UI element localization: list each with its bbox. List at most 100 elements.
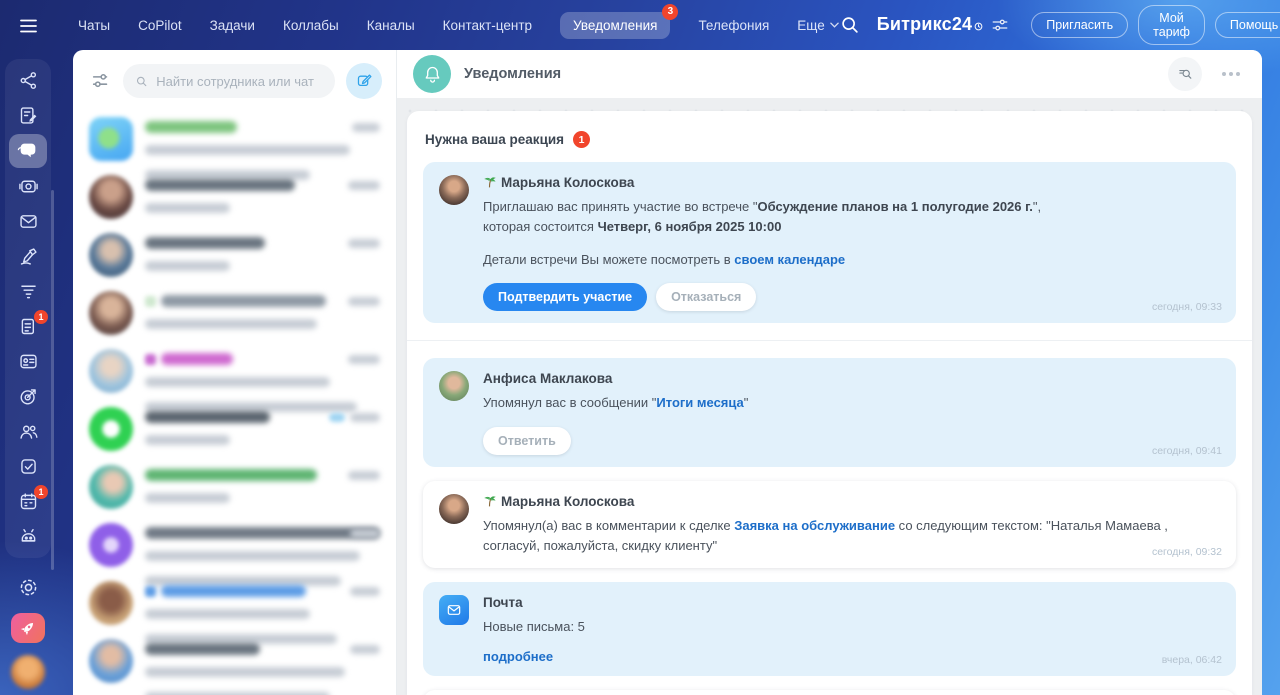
chat-list-item[interactable] [73,228,396,286]
deal-link[interactable]: Заявка на обслуживание [734,518,895,533]
more-menu-icon[interactable] [1218,68,1244,80]
decline-button[interactable]: Отказаться [656,283,756,311]
chat-name-blurred [145,237,265,249]
chat-time-blurred [348,471,380,480]
notifications-header: Уведомления [397,50,1262,98]
sidebar-item-messenger[interactable] [9,134,47,168]
sidebar-item-share-network[interactable] [9,63,47,98]
author-name: Анфиса Маклакова [483,371,1220,386]
nav-tab-contact-center[interactable]: Контакт-центр [443,18,532,33]
chat-list-item[interactable] [73,518,396,576]
chat-avatar [89,117,133,161]
calendar-link[interactable]: своем календаре [734,252,845,267]
automation-robot-icon [18,526,39,547]
notification-meeting-invite: Марьяна Колоскова Приглашаю вас принять … [423,162,1236,323]
notification-mention-deal: Марьяна Колоскова Упомянул(а) вас в комм… [423,481,1236,568]
bell-icon [413,55,451,93]
logo-text: Битрикс [877,14,952,35]
chat-list-item[interactable] [73,170,396,228]
page-title: Уведомления [464,66,561,82]
sidebar-item-employees[interactable] [9,414,47,449]
rocket-upgrade-button[interactable] [11,613,45,643]
nav-tab-label: Телефония [698,18,769,33]
my-plan-button[interactable]: Мой тариф [1138,5,1205,45]
sidebar-item-contact-card[interactable] [9,344,47,379]
count-badge: 1 [34,485,48,499]
confirm-participation-button[interactable]: Подтвердить участие [483,283,647,311]
sidebar-item-crm-target[interactable] [9,379,47,414]
share-network-icon [18,70,39,91]
chat-name-blurred [145,643,260,655]
nav-tab-label: Чаты [78,18,110,33]
sidebar-item-mail[interactable] [9,204,47,239]
chat-list-item[interactable] [73,460,396,518]
chat-list-item[interactable] [73,344,396,402]
chat-avatar [89,407,133,451]
chat-message-blurred [145,493,230,503]
sidebar-icon-group: 11 [5,59,51,558]
settings-gear-icon[interactable] [9,570,47,605]
avatar [439,494,469,524]
news-feed-icon [18,105,39,126]
top-bar: Чаты CoPilot Задачи Коллабы Каналы Контакт-це… [0,0,1280,50]
nav-tab-notifications[interactable]: Уведомления3 [560,12,670,39]
search-notifications-button[interactable] [1168,57,1202,91]
notification-mail: Почта Новые письма: 5 подробнее вчера, 0… [423,582,1236,676]
new-chat-button[interactable] [346,63,382,99]
message-link[interactable]: Итоги месяца [656,395,743,410]
search-icon[interactable] [839,14,861,36]
sidebar-item-e-sign[interactable] [9,239,47,274]
divider [407,340,1252,341]
e-sign-icon [18,246,39,267]
nav-tab-channels[interactable]: Каналы [367,18,415,33]
count-badge: 1 [34,310,48,324]
chat-time-blurred [348,181,380,190]
plan-settings-icon[interactable] [991,16,1009,34]
chat-list-item[interactable] [73,576,396,634]
sidebar-item-documents[interactable]: 1 [9,309,47,344]
chat-time-blurred [348,239,380,248]
video-call-icon [18,176,39,197]
chat-list-item[interactable] [73,286,396,344]
chat-search-input[interactable] [156,74,323,89]
nav-tab-more[interactable]: Еще [797,18,838,33]
nav-tab-collabs[interactable]: Коллабы [283,18,339,33]
sidebar-item-video-call[interactable] [9,169,47,204]
help-button[interactable]: Помощь [1215,12,1280,38]
menu-icon[interactable] [17,14,41,38]
messenger-icon [17,140,39,162]
timestamp: сегодня, 09:32 [1152,546,1222,558]
nav-tab-telephony[interactable]: Телефония [698,18,769,33]
avatar [439,175,469,205]
reply-button[interactable]: Ответить [483,427,571,455]
nav-tab-label: CoPilot [138,18,182,33]
sidebar-bottom [5,570,51,689]
sidebar-item-news-feed[interactable] [9,98,47,133]
chat-time-blurred [350,587,380,596]
nav-tab-tasks[interactable]: Задачи [210,18,255,33]
sidebar-item-calendar[interactable]: 1 [9,484,47,519]
sidebar-item-tasks-check[interactable] [9,449,47,484]
sidebar-item-sales-funnel[interactable] [9,274,47,309]
search-icon [135,74,148,89]
invite-button[interactable]: Пригласить [1031,12,1128,38]
details-link[interactable]: подробнее [483,649,553,664]
profile-avatar[interactable] [11,655,45,689]
notification-text: Упомянул(а) вас в комментарии к сделке З… [483,516,1183,556]
chat-list-item[interactable] [73,112,396,170]
nav-tab-chats[interactable]: Чаты [78,18,110,33]
chat-time-blurred [352,123,380,132]
chat-list-item[interactable] [73,402,396,460]
chat-name-blurred [161,585,306,597]
chat-avatar [89,175,133,219]
author-name: Марьяна Колоскова [483,494,1220,509]
notifications-panel: Уведомления Нужна ваша реакция 1 [397,50,1262,695]
nav-tab-label: Контакт-центр [443,18,532,33]
chat-list-item[interactable] [73,634,396,692]
sidebar-item-automation-robot[interactable] [9,519,47,554]
section-title: Нужна ваша реакция [425,132,564,147]
filter-icon[interactable] [90,70,112,92]
chat-search-box[interactable] [123,64,335,98]
nav-tab-copilot[interactable]: CoPilot [138,18,182,33]
chat-type-icon [145,586,156,597]
